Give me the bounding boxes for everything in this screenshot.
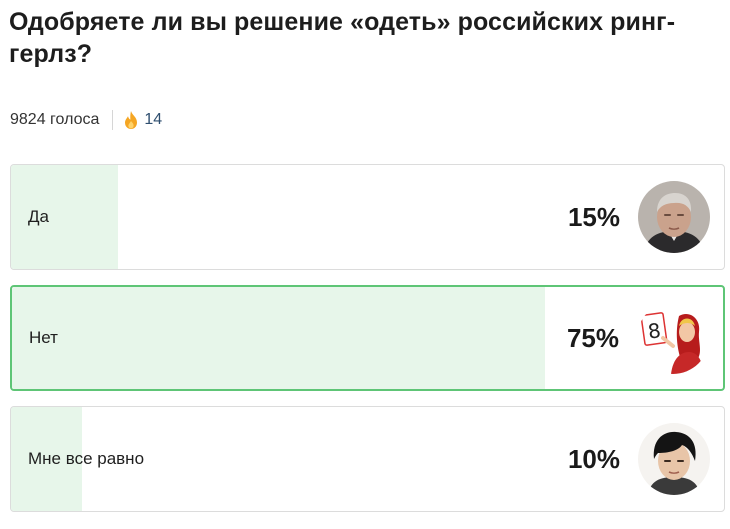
option-percent: 75%: [566, 322, 619, 353]
result-bar: [12, 287, 546, 389]
fire-count: 14: [144, 111, 163, 128]
meta-divider: [112, 110, 114, 130]
vote-count: 9824 голоса: [10, 111, 100, 128]
young-man-avatar: [638, 423, 710, 495]
ring-girl-avatar: 8: [637, 302, 709, 374]
poll-widget: Одобряете ли вы решение «одеть» российск…: [0, 0, 730, 529]
option-percent: 15%: [567, 201, 620, 232]
poll-question: Одобряете ли вы решение «одеть» российск…: [9, 8, 676, 68]
poll-option-no[interactable]: Нет 75% 8: [10, 285, 725, 391]
poll-meta: 9824 голоса 14: [10, 108, 162, 132]
option-label: Мне все равно: [28, 449, 145, 468]
poll-option-yes[interactable]: Да 15%: [10, 164, 725, 270]
fire-icon: [123, 110, 139, 130]
man-portrait-avatar: [638, 181, 710, 253]
option-percent: 10%: [567, 443, 620, 474]
option-label: Да: [28, 207, 49, 226]
option-label: Нет: [29, 328, 58, 347]
poll-option-indifferent[interactable]: Мне все равно 10%: [10, 406, 725, 512]
